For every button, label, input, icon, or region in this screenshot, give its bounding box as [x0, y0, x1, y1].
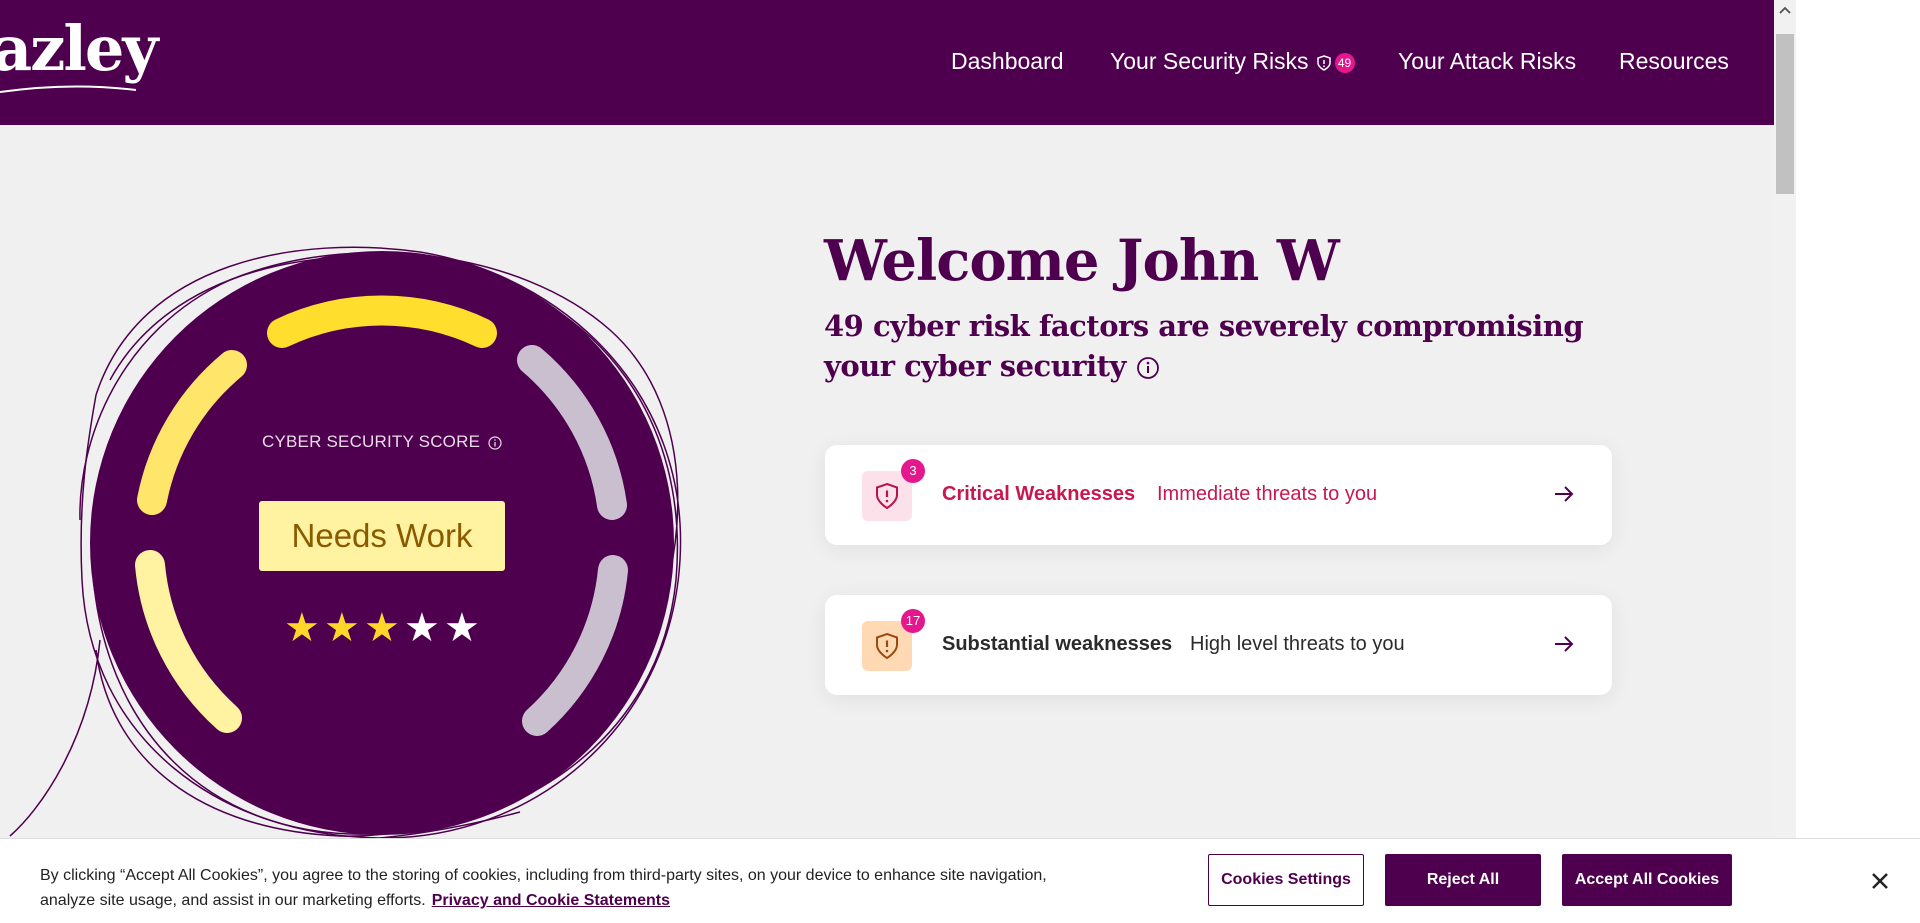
- brand-logo-text: azley: [0, 12, 158, 85]
- shield-alert-icon: [876, 632, 898, 660]
- shield-alert-icon: [876, 482, 898, 510]
- critical-weaknesses-title: Critical Weaknesses: [942, 483, 1136, 505]
- critical-weaknesses-description: Immediate threats to you: [1157, 483, 1378, 505]
- nav-your-attack-risks[interactable]: Your Attack Risks: [1398, 48, 1576, 75]
- score-status-badge: Needs Work: [259, 501, 505, 571]
- star-empty-icon: ★: [444, 606, 480, 650]
- privacy-cookie-statements-link[interactable]: Privacy and Cookie Statements: [432, 892, 670, 909]
- substantial-weaknesses-description: High level threats to you: [1190, 633, 1405, 655]
- cookie-consent-banner: By clicking “Accept All Cookies”, you ag…: [0, 838, 1920, 923]
- risk-summary-text: 49 cyber risk factors are severely compr…: [824, 309, 1584, 383]
- cyber-security-score-label: CYBER SECURITY SCORE: [262, 432, 502, 452]
- star-filled-icon: ★: [324, 606, 360, 650]
- nav-resources[interactable]: Resources: [1619, 48, 1729, 75]
- star-filled-icon: ★: [284, 606, 320, 650]
- critical-weaknesses-card[interactable]: 3 Critical Weaknesses Immediate threats …: [825, 445, 1612, 545]
- shield-alert-icon: [1316, 55, 1331, 71]
- brand-logo[interactable]: azley: [0, 18, 158, 80]
- top-navigation-bar: azley Dashboard Your Security Risks 49 Yo…: [0, 0, 1774, 125]
- logo-swoosh-icon: [0, 85, 137, 93]
- arrow-right-icon[interactable]: [1552, 482, 1576, 506]
- cyber-security-score-label-text: CYBER SECURITY SCORE: [262, 432, 481, 451]
- security-risks-count-badge: 49: [1334, 52, 1355, 73]
- scroll-up-arrow-icon[interactable]: [1774, 0, 1796, 20]
- risk-summary-subtitle: 49 cyber risk factors are severely compr…: [824, 306, 1584, 386]
- arrow-right-icon[interactable]: [1552, 632, 1576, 656]
- score-star-rating: ★ ★ ★ ★ ★: [284, 606, 480, 650]
- close-icon[interactable]: [1868, 869, 1892, 893]
- scrollbar-thumb[interactable]: [1776, 34, 1794, 194]
- info-icon[interactable]: [1136, 356, 1160, 380]
- nav-dashboard[interactable]: Dashboard: [951, 48, 1064, 75]
- cookies-settings-button[interactable]: Cookies Settings: [1208, 854, 1364, 906]
- substantial-weaknesses-title: Substantial weaknesses: [942, 633, 1173, 655]
- nav-your-security-risks-label: Your Security Risks: [1110, 48, 1309, 74]
- reject-all-button[interactable]: Reject All: [1385, 854, 1541, 906]
- nav-your-security-risks[interactable]: Your Security Risks 49: [1110, 48, 1355, 75]
- star-empty-icon: ★: [404, 606, 440, 650]
- info-icon[interactable]: [488, 435, 502, 450]
- page-viewport: azley Dashboard Your Security Risks 49 Yo…: [0, 0, 1774, 923]
- substantial-weaknesses-count-badge: 17: [901, 609, 925, 633]
- substantial-weaknesses-card[interactable]: 17 Substantial weaknesses High level thr…: [825, 595, 1612, 695]
- star-filled-icon: ★: [364, 606, 400, 650]
- accept-all-cookies-button[interactable]: Accept All Cookies: [1562, 854, 1732, 906]
- welcome-heading: Welcome John W: [824, 228, 1340, 294]
- cookie-consent-message: By clicking “Accept All Cookies”, you ag…: [40, 863, 1060, 913]
- critical-weaknesses-count-badge: 3: [901, 459, 925, 483]
